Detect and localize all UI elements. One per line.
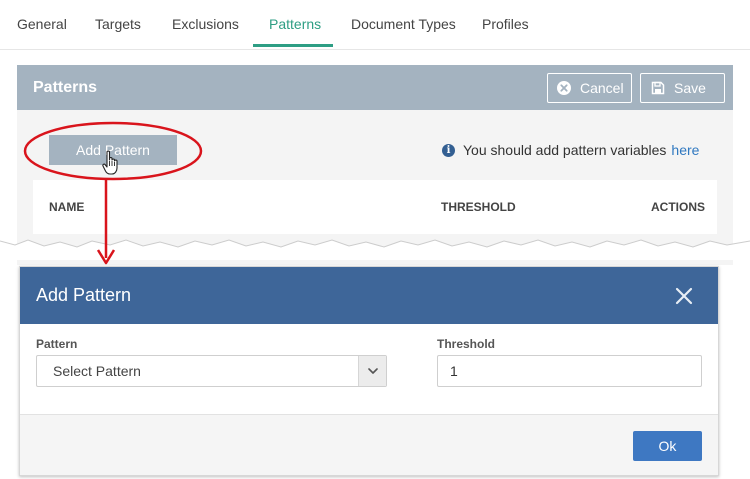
tab-general[interactable]: General <box>17 0 67 48</box>
panel-title: Patterns <box>33 79 98 96</box>
tab-patterns[interactable]: Patterns <box>269 0 321 48</box>
ok-button[interactable]: Ok <box>633 431 702 461</box>
tab-document-types[interactable]: Document Types <box>351 0 456 48</box>
info-text: You should add pattern variables <box>463 142 667 158</box>
active-tab-indicator <box>253 44 333 47</box>
column-header-threshold[interactable]: THRESHOLD <box>441 180 516 234</box>
column-header-actions: ACTIONS <box>651 200 705 214</box>
pattern-select-value: Select Pattern <box>53 363 141 379</box>
dialog-title: Add Pattern <box>36 285 132 305</box>
pattern-label: Pattern <box>36 337 78 351</box>
save-button[interactable]: Save <box>640 73 725 103</box>
column-header-name[interactable]: NAME <box>49 180 84 234</box>
cancel-label: Cancel <box>580 80 624 96</box>
dialog-header: Add Pattern <box>20 267 718 324</box>
tab-bar: General Targets Exclusions Patterns Docu… <box>0 0 750 50</box>
tab-profiles[interactable]: Profiles <box>482 0 529 48</box>
tab-targets[interactable]: Targets <box>95 0 141 48</box>
hand-pointer-icon <box>102 150 118 175</box>
chevron-down-icon[interactable] <box>358 356 386 386</box>
info-message: i You should add pattern variables here <box>442 142 699 158</box>
floppy-disk-icon <box>651 81 665 95</box>
tab-exclusions[interactable]: Exclusions <box>172 0 239 48</box>
save-label: Save <box>674 80 706 96</box>
patterns-panel: Patterns Cancel Save Add Pattern i You s… <box>17 65 733 265</box>
threshold-label: Threshold <box>437 337 496 351</box>
dialog-footer: Ok <box>20 414 718 475</box>
pattern-select[interactable]: Select Pattern <box>36 355 387 387</box>
info-circle-icon: i <box>442 143 455 157</box>
close-icon[interactable] <box>674 286 694 306</box>
torn-edge-divider <box>0 239 750 260</box>
threshold-input[interactable] <box>437 355 702 387</box>
patterns-table-header: NAME THRESHOLD ACTIONS <box>33 180 717 234</box>
pattern-variables-link[interactable]: here <box>671 142 699 158</box>
cancel-button[interactable]: Cancel <box>547 73 632 103</box>
panel-header: Patterns Cancel Save <box>17 65 733 110</box>
x-circle-icon <box>557 81 571 95</box>
add-pattern-dialog: Add Pattern Pattern Select Pattern Thres… <box>19 266 719 476</box>
